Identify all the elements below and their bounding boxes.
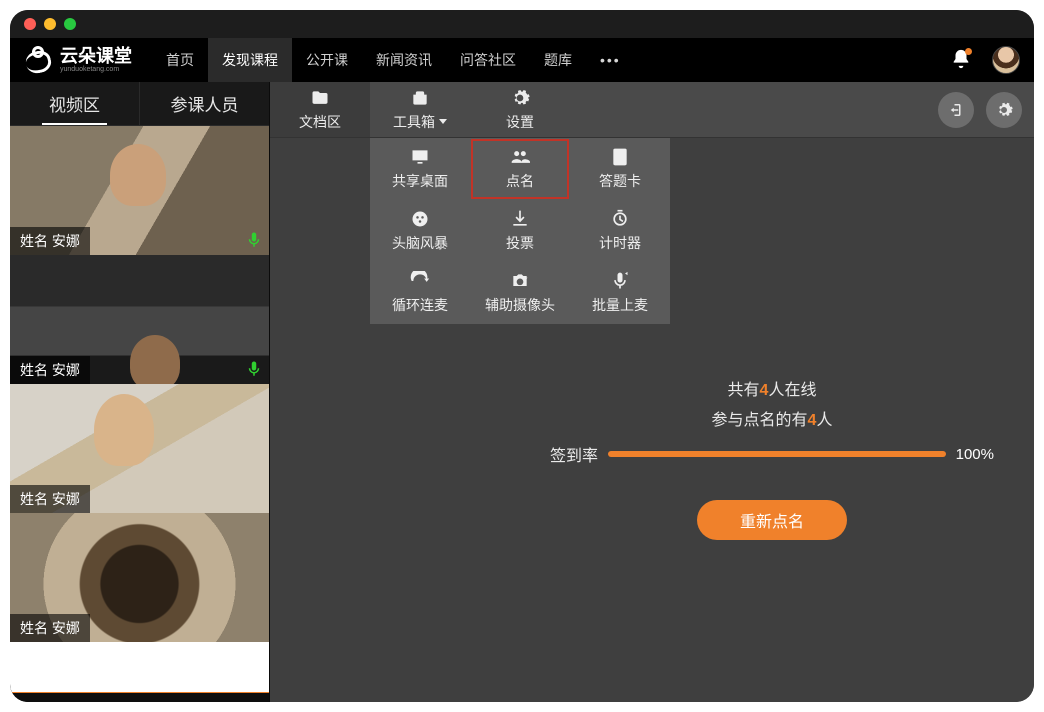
tab-documents-label: 文档区 [299,112,341,132]
tool-brainstorm[interactable]: 头脑风暴 [370,200,470,262]
video-list: 姓名 安娜 姓名 安娜 姓名 安娜 姓名 安娜 [10,126,269,692]
nav-item-discover[interactable]: 发现课程 [208,38,292,82]
nav-item-public[interactable]: 公开课 [292,38,362,82]
video-cell[interactable]: 姓名 安娜 [10,255,269,384]
main-area: 文档区 工具箱 设置 [270,82,1034,702]
tool-answer-card[interactable]: 答题卡 [570,138,670,200]
loop-mic-icon [409,271,431,291]
brand-logo[interactable]: 云朵课堂 yunduoketang.com [24,47,132,73]
signin-rate-bar [608,451,946,457]
tool-rollcall[interactable]: 点名 [470,138,570,200]
notifications-button[interactable] [950,48,974,72]
window-titlebar [10,10,1034,38]
brand-logo-mark [24,47,54,73]
window-minimize-button[interactable] [44,18,56,30]
sidebar: 视频区 参课人员 姓名 安娜 姓名 安娜 姓名 安娜 [10,82,270,702]
video-cell[interactable] [10,642,269,692]
toolbox-dropdown: 共享桌面 点名 答题卡 头脑风暴 投票 [370,138,670,324]
online-line: 共有4人在线 [550,376,994,400]
nav-more-button[interactable]: ••• [586,52,635,68]
settings-button[interactable] [986,92,1022,128]
tool-loop-mic[interactable]: 循环连麦 [370,262,470,324]
tool-batch-mic[interactable]: 批量上麦 [570,262,670,324]
tool-aux-camera[interactable]: 辅助摄像头 [470,262,570,324]
video-name-label: 姓名 安娜 [10,614,90,642]
mic-icon [245,360,263,378]
gear-icon [509,88,531,108]
nav-item-qa[interactable]: 问答社区 [446,38,530,82]
batch-mic-icon [609,271,631,291]
exit-icon [947,101,965,119]
sidebar-accent [10,692,269,702]
tab-settings[interactable]: 设置 [470,82,570,137]
tab-documents[interactable]: 文档区 [270,82,370,137]
brand-sub: yunduoketang.com [60,66,132,73]
timer-icon [609,209,631,229]
window-close-button[interactable] [24,18,36,30]
top-nav: 云朵课堂 yunduoketang.com 首页 发现课程 公开课 新闻资讯 问… [10,38,1034,82]
vote-icon [509,209,531,229]
sidebar-tab-video[interactable]: 视频区 [10,82,139,125]
user-avatar[interactable] [992,46,1020,74]
brand-name: 云朵课堂 [60,47,132,65]
aux-camera-icon [509,271,531,291]
mic-icon [245,231,263,249]
video-cell[interactable]: 姓名 安娜 [10,384,269,513]
nav-item-bank[interactable]: 题库 [530,38,586,82]
video-name-label: 姓名 安娜 [10,485,90,513]
tool-vote[interactable]: 投票 [470,200,570,262]
share-desktop-icon [409,147,431,167]
brainstorm-icon [409,209,431,229]
tab-toolbox[interactable]: 工具箱 [370,82,470,137]
answer-card-icon [609,147,631,167]
gear-icon [995,101,1013,119]
tool-share-desktop[interactable]: 共享桌面 [370,138,470,200]
exit-button[interactable] [938,92,974,128]
video-name-label: 姓名 安娜 [10,356,90,384]
signin-rate-row: 签到率 100% [550,442,994,466]
video-cell[interactable]: 姓名 安娜 [10,513,269,642]
window-maximize-button[interactable] [64,18,76,30]
signin-rate-pct: 100% [956,446,994,463]
body: 视频区 参课人员 姓名 安娜 姓名 安娜 姓名 安娜 [10,82,1034,702]
sidebar-tab-attendees[interactable]: 参课人员 [139,82,269,125]
redo-rollcall-button[interactable]: 重新点名 [697,500,847,540]
toolbox-icon [409,88,431,108]
tab-toolbox-label: 工具箱 [393,112,435,132]
video-name-label: 姓名 安娜 [10,227,90,255]
signin-rate-label: 签到率 [550,442,598,466]
main-tabs: 文档区 工具箱 设置 [270,82,1034,138]
nav-item-home[interactable]: 首页 [152,38,208,82]
tool-timer[interactable]: 计时器 [570,200,670,262]
caret-down-icon [439,119,447,124]
notification-dot [965,48,972,55]
nav-item-news[interactable]: 新闻资讯 [362,38,446,82]
rollcall-stats: 共有4人在线 参与点名的有4人 签到率 100% 重新点名 [550,376,994,540]
tab-settings-label: 设置 [506,112,534,132]
rollcall-line: 参与点名的有4人 [550,406,994,430]
rollcall-icon [509,147,531,167]
video-cell[interactable]: 姓名 安娜 [10,126,269,255]
sidebar-tabs: 视频区 参课人员 [10,82,269,126]
folder-icon [309,88,331,108]
app-window: 云朵课堂 yunduoketang.com 首页 发现课程 公开课 新闻资讯 问… [10,10,1034,702]
